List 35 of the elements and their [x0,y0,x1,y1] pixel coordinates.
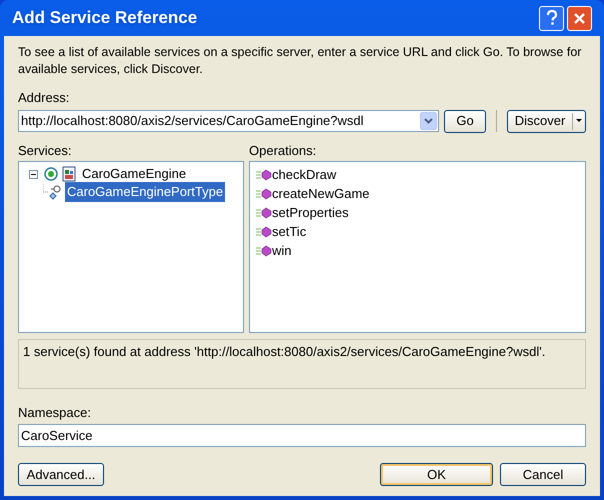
operations-label: Operations: [249,143,318,159]
collapse-icon[interactable] [29,170,38,178]
address-combo-box[interactable]: http://localhost:8080/axis2/services/CaroGameEngine?wsdl [18,110,439,132]
close-button[interactable] [567,6,592,30]
method-icon [256,206,272,218]
operation-item[interactable]: win [272,240,292,260]
port-type-icon [43,184,63,200]
address-label: Address: [18,90,70,106]
close-icon [573,12,586,24]
method-icon [256,226,272,238]
service-document-icon [61,166,77,182]
go-button[interactable]: Go [444,110,486,132]
namespace-label: Namespace: [18,405,92,421]
discover-split-button[interactable]: Discover [507,110,586,132]
tree-item[interactable]: CaroGameEngine [80,164,188,184]
method-icon [256,168,272,180]
services-label: Services: [18,143,72,159]
instruction-text: To see a list of available services on a specific server, enter a service URL and click Go. To browse for available services, click Discover. [18,44,582,78]
default-dialog-button[interactable]: OK [380,463,493,486]
window-title: Add Service Reference [12,7,198,30]
tree-item[interactable]: CaroGameEnginePortType [65,182,226,202]
operation-item[interactable]: setProperties [272,202,349,222]
method-icon [256,188,272,200]
method-icon [256,244,272,256]
dialog-button[interactable]: Advanced... [18,463,104,486]
status-text: 1 service(s) found at address 'http://localhost:8080/axis2/services/CaroGameEngine?wsdl'. [23,344,546,359]
service-status-icon [44,167,58,181]
services-tree[interactable]: CaroGameEngine CaroGameEnginePortType [18,161,244,333]
operation-item[interactable]: createNewGame [272,184,370,204]
operation-item[interactable]: checkDraw [272,164,336,184]
operation-item[interactable]: setTic [272,222,306,242]
dialog-button[interactable]: Cancel [500,463,586,486]
namespace-field[interactable]: CaroService [18,424,586,447]
help-button[interactable] [539,6,564,30]
question-mark-icon [546,10,558,26]
